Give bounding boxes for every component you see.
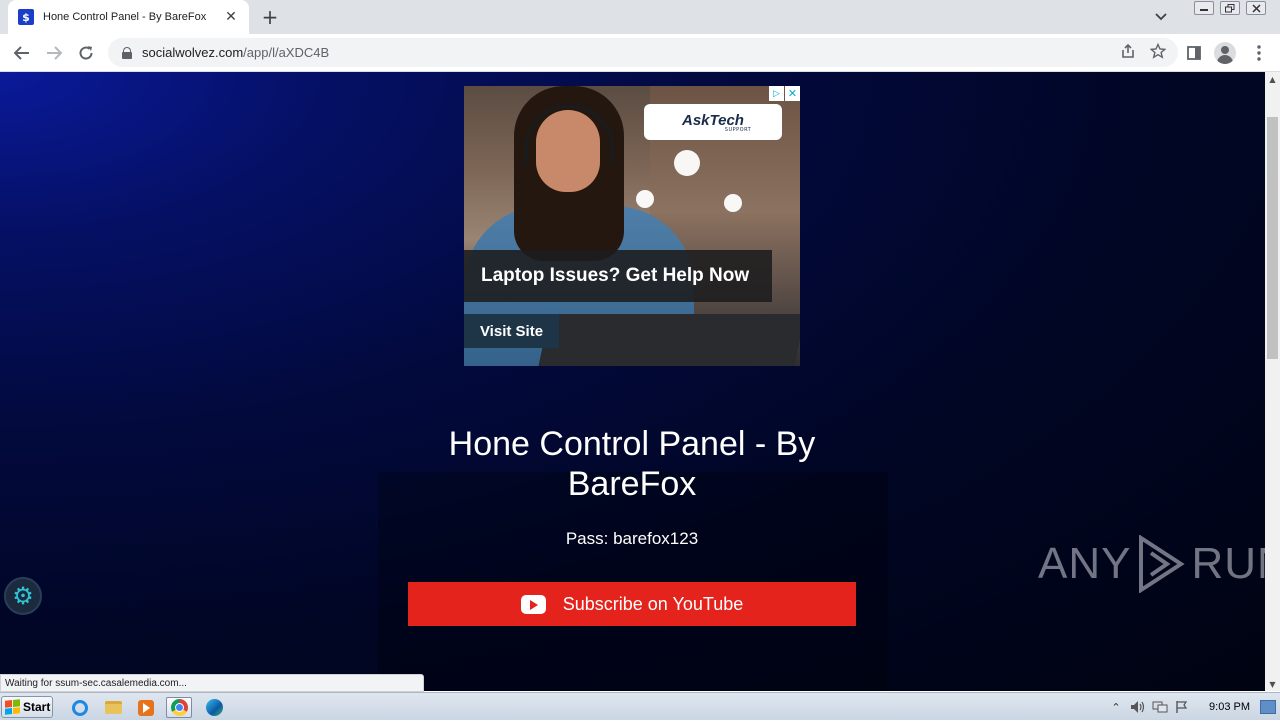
share-icon[interactable] — [1120, 43, 1136, 63]
media-player-icon — [138, 699, 154, 716]
start-label: Start — [23, 700, 51, 714]
profile-avatar-icon[interactable] — [1214, 42, 1236, 64]
taskbar-clock[interactable]: 9:03 PM — [1209, 701, 1250, 713]
taskbar-edge[interactable] — [201, 697, 227, 718]
watermark-left: ANY — [1038, 539, 1132, 588]
adchoices-icon[interactable]: ▷ — [769, 86, 784, 101]
new-tab-button[interactable]: + — [259, 5, 281, 29]
reload-icon[interactable] — [74, 41, 98, 65]
tab-title: Hone Control Panel - By BareFox — [43, 11, 207, 23]
scroll-thumb[interactable] — [1267, 117, 1278, 359]
taskbar-ie[interactable] — [67, 697, 93, 718]
network-icon[interactable] — [1152, 699, 1168, 715]
subscribe-youtube-label: Subscribe on YouTube — [562, 593, 744, 614]
chrome-icon — [170, 699, 188, 716]
lock-icon[interactable] — [122, 47, 132, 59]
taskbar-chrome[interactable] — [166, 697, 192, 718]
address-bar[interactable]: socialwolvez.com/app/l/aXDC4B — [108, 38, 1178, 67]
forward-arrow-icon[interactable] — [42, 41, 66, 65]
back-arrow-icon[interactable] — [10, 41, 34, 65]
taskbar-explorer[interactable] — [100, 697, 126, 718]
edge-icon — [205, 699, 223, 716]
subscribe-youtube-button[interactable]: Subscribe on YouTube — [408, 582, 856, 626]
taskbar-media-player[interactable] — [133, 697, 159, 718]
avatar — [1214, 42, 1236, 64]
tab-close-icon[interactable]: ✕ — [223, 9, 239, 25]
youtube-icon — [520, 594, 546, 614]
ad-bokeh-light — [674, 150, 700, 176]
menu-kebab-icon[interactable] — [1248, 43, 1270, 63]
ad-close-icon[interactable]: ✕ — [785, 86, 800, 101]
anyrun-watermark: ANY RUN — [1038, 535, 1280, 593]
ad-choices: ▷ ✕ — [769, 86, 800, 101]
close-window-button[interactable] — [1246, 1, 1266, 15]
omnibox-actions — [1120, 42, 1167, 63]
window-controls — [1194, 1, 1266, 15]
url-path: /app/l/aXDC4B — [243, 45, 330, 60]
restore-button[interactable] — [1220, 1, 1240, 15]
browser-toolbar: socialwolvez.com/app/l/aXDC4B — [0, 34, 1280, 72]
taskbar: Start ⌃ 9:03 PM — [0, 692, 1280, 720]
folder-icon — [104, 701, 122, 714]
windows-logo-icon — [5, 699, 20, 715]
status-bubble: Waiting for ssum-sec.casalemedia.com... — [0, 674, 424, 692]
vertical-scrollbar[interactable]: ▲ ▼ — [1265, 72, 1280, 691]
advertisement[interactable]: AskTech SUPPORT ▷ ✕ Laptop Issues? Get H… — [464, 86, 800, 366]
ad-headline[interactable]: Laptop Issues? Get Help Now — [464, 250, 772, 302]
browser-tab[interactable]: $ Hone Control Panel - By BareFox ✕ — [8, 0, 249, 34]
ad-laptop — [538, 314, 800, 366]
page-title: Hone Control Panel - By BareFox — [448, 425, 816, 503]
ad-bokeh-light — [724, 194, 742, 212]
url-host: socialwolvez.com — [142, 45, 244, 60]
action-center-flag-icon[interactable] — [1174, 699, 1190, 715]
internet-explorer-icon — [72, 699, 88, 716]
volume-icon[interactable] — [1130, 699, 1146, 715]
password-text: Pass: barefox123 — [565, 529, 699, 548]
tray-expand-icon[interactable]: ⌃ — [1108, 699, 1124, 715]
start-button[interactable]: Start — [1, 696, 53, 718]
play-icon — [1139, 535, 1186, 593]
scroll-up-arrow-icon[interactable]: ▲ — [1265, 72, 1280, 86]
tab-search-chevron-icon[interactable] — [1151, 8, 1171, 26]
system-tray: ⌃ 9:03 PM — [1105, 693, 1280, 721]
ad-bokeh-light — [636, 190, 654, 208]
ad-visit-site-button[interactable]: Visit Site — [464, 314, 559, 348]
show-desktop-button[interactable] — [1260, 700, 1276, 714]
ad-brand-logo: AskTech SUPPORT — [644, 104, 782, 140]
scroll-down-arrow-icon[interactable]: ▼ — [1265, 677, 1280, 691]
favicon-icon: $ — [18, 9, 34, 25]
ad-brand-sub: SUPPORT — [724, 126, 752, 133]
gear-icon[interactable]: ⚙ — [4, 577, 42, 615]
url-text[interactable]: socialwolvez.com/app/l/aXDC4B — [142, 45, 329, 60]
bookmark-star-icon[interactable] — [1149, 42, 1167, 63]
side-panel-icon[interactable] — [1183, 43, 1205, 63]
tab-strip: $ Hone Control Panel - By BareFox ✕ + — [0, 0, 1280, 34]
minimize-button[interactable] — [1194, 1, 1214, 15]
